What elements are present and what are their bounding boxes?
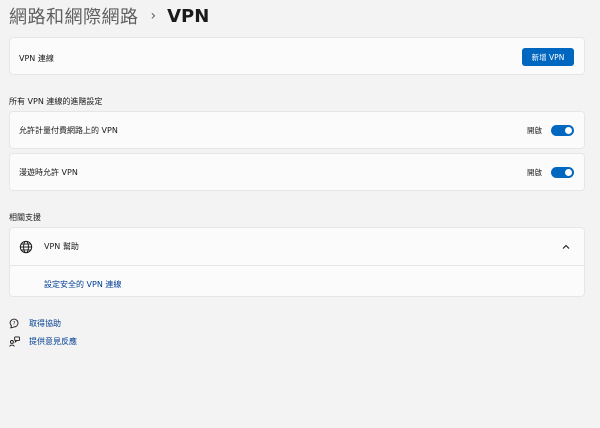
vpn-help-header[interactable]: VPN 幫助 xyxy=(10,228,584,266)
related-support-heading: 相關支援 xyxy=(9,213,41,222)
feedback-link[interactable]: 提供意見反應 xyxy=(9,336,77,347)
toggle-knob xyxy=(565,168,572,176)
feedback-icon xyxy=(9,336,20,347)
toggle-knob xyxy=(565,126,572,134)
breadcrumb: 網路和網際網路 › VPN xyxy=(9,3,210,29)
metered-network-vpn-toggle-group: 開啟 xyxy=(527,124,574,136)
metered-network-vpn-state: 開啟 xyxy=(527,125,542,135)
vpn-connections-card: VPN 連線 新增 VPN xyxy=(9,37,585,75)
advanced-settings-heading: 所有 VPN 連線的進階設定 xyxy=(9,97,103,106)
secure-vpn-setup-link[interactable]: 設定安全的 VPN 連線 xyxy=(44,279,121,290)
page-title: VPN xyxy=(167,5,210,27)
vpn-connections-label: VPN 連線 xyxy=(19,54,54,63)
metered-network-vpn-label: 允許計量付費網路上的 VPN xyxy=(19,125,118,135)
roaming-vpn-toggle-group: 開啟 xyxy=(527,166,574,178)
svg-text:?: ? xyxy=(13,321,16,327)
vpn-help-card: VPN 幫助 設定安全的 VPN 連線 xyxy=(9,227,585,297)
chevron-up-icon[interactable] xyxy=(561,242,571,252)
metered-network-vpn-toggle[interactable] xyxy=(551,124,574,136)
metered-network-vpn-row[interactable]: 允許計量付費網路上的 VPN 開啟 xyxy=(9,111,585,149)
feedback-text: 提供意見反應 xyxy=(29,337,77,346)
vpn-settings-page: 網路和網際網路 › VPN VPN 連線 新增 VPN 所有 VPN 連線的進階… xyxy=(0,0,600,428)
roaming-vpn-toggle[interactable] xyxy=(551,166,574,178)
roaming-vpn-state: 開啟 xyxy=(527,167,542,177)
globe-icon xyxy=(19,240,33,254)
add-vpn-button[interactable]: 新增 VPN xyxy=(522,48,574,66)
help-chat-icon: ? xyxy=(9,318,19,329)
breadcrumb-separator: › xyxy=(150,8,157,24)
get-help-link[interactable]: ? 取得協助 xyxy=(9,318,61,329)
get-help-text: 取得協助 xyxy=(29,319,61,328)
roaming-vpn-label: 漫遊時允許 VPN xyxy=(19,167,78,177)
vpn-help-title: VPN 幫助 xyxy=(44,242,79,251)
breadcrumb-parent-link[interactable]: 網路和網際網路 xyxy=(9,3,139,29)
roaming-vpn-row[interactable]: 漫遊時允許 VPN 開啟 xyxy=(9,153,585,191)
